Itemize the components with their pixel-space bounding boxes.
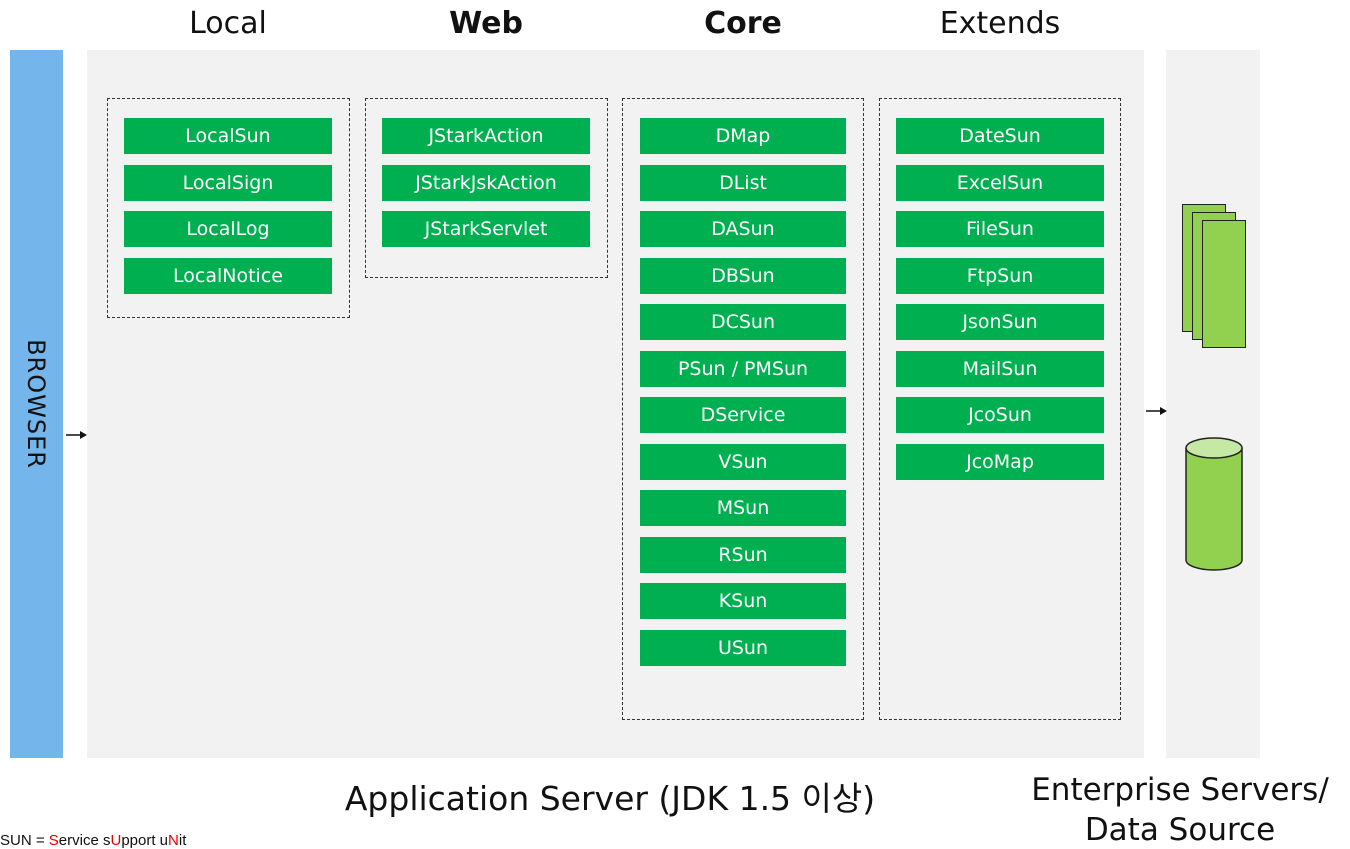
arrow-right-icon <box>1146 407 1167 415</box>
footnote-text: ervice s <box>58 832 111 849</box>
module-core-11: USun <box>640 630 846 666</box>
footnote-prefix: SUN = <box>0 832 49 849</box>
module-extends-6: JcoSun <box>896 397 1104 433</box>
footnote-letter: S <box>48 832 59 849</box>
footnote-text: pport u <box>121 832 169 849</box>
module-local-0: LocalSun <box>124 118 332 154</box>
database-icon <box>1185 437 1243 571</box>
module-local-3: LocalNotice <box>124 258 332 294</box>
module-extends-1: ExcelSun <box>896 165 1104 201</box>
module-web-2: JStarkServlet <box>382 211 590 247</box>
arrow-right-icon <box>66 431 87 439</box>
module-local-2: LocalLog <box>124 211 332 247</box>
footnote-letter: U <box>110 832 122 849</box>
module-extends-0: DateSun <box>896 118 1104 154</box>
module-core-6: DService <box>640 397 846 433</box>
module-web-0: JStarkAction <box>382 118 590 154</box>
module-web-1: JStarkJskAction <box>382 165 590 201</box>
module-core-0: DMap <box>640 118 846 154</box>
enterprise-panel <box>1166 50 1260 758</box>
column-header-core: Core <box>704 6 782 41</box>
module-core-7: VSun <box>640 444 846 480</box>
module-local-1: LocalSign <box>124 165 332 201</box>
module-core-9: RSun <box>640 537 846 573</box>
column-header-local: Local <box>189 6 267 41</box>
enterprise-caption-line2: Data Source <box>1084 812 1276 848</box>
module-core-2: DASun <box>640 211 846 247</box>
footnote-text: it <box>178 832 187 849</box>
module-core-10: KSun <box>640 583 846 619</box>
module-extends-3: FtpSun <box>896 258 1104 294</box>
module-core-1: DList <box>640 165 846 201</box>
enterprise-caption-line1: Enterprise Servers/ <box>1031 772 1329 808</box>
module-extends-7: JcoMap <box>896 444 1104 480</box>
module-extends-5: MailSun <box>896 351 1104 387</box>
module-extends-4: JsonSun <box>896 304 1104 340</box>
module-core-5: PSun / PMSun <box>640 351 846 387</box>
module-extends-2: FileSun <box>896 211 1104 247</box>
footnote: SUN = Service sUpport uNit <box>0 832 186 849</box>
column-header-extends: Extends <box>939 6 1061 41</box>
footnote-letter: N <box>168 832 179 849</box>
application-server-caption: Application Server (JDK 1.5 이상) <box>344 779 876 818</box>
browser-label: BROWSER <box>22 339 50 469</box>
module-core-4: DCSun <box>640 304 846 340</box>
module-core-8: MSun <box>640 490 846 526</box>
module-core-3: DBSun <box>640 258 846 294</box>
column-header-web: Web <box>449 6 523 41</box>
